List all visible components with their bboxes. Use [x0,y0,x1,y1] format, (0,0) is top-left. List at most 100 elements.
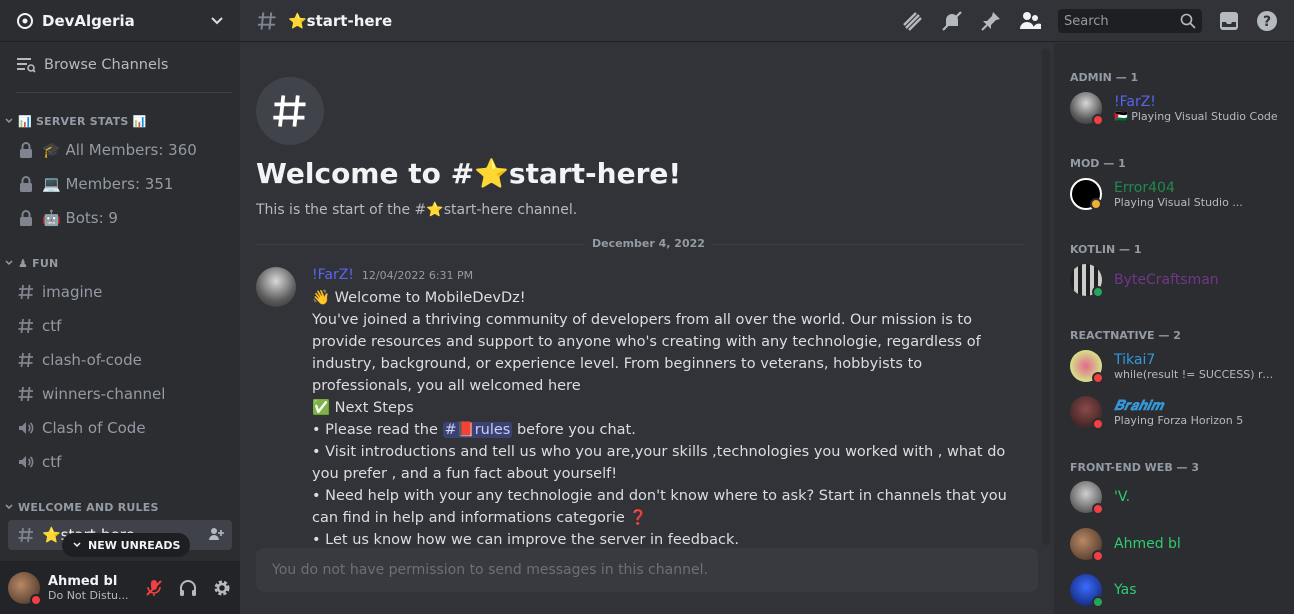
idle-status-icon [1090,198,1102,210]
role-header: ADMIN — 1 [1070,71,1139,84]
search-input[interactable]: Search [1058,9,1202,33]
member-item[interactable]: 𝑩𝒓𝒂𝒉𝒊𝒎 Playing Forza Horizon 5 [1070,391,1286,433]
message-avatar[interactable] [256,267,296,307]
member-activity: Playing Forza Horizon 5 [1114,413,1244,427]
member-item[interactable]: Yas [1070,569,1286,611]
chevron-down-icon [72,540,82,550]
new-unreads-pill[interactable]: NEW UNREADS [62,533,191,557]
message-timestamp: 12/04/2022 6:31 PM [361,269,474,282]
search-placeholder: Search [1064,13,1109,29]
member-item[interactable]: !FarZ! 🇵🇸 Playing Visual Studio Code [1070,87,1286,129]
hashtag-icon [16,384,36,404]
avatar [1070,481,1104,515]
member-list-icon[interactable] [1018,10,1042,32]
member-activity: 🇵🇸 Playing Visual Studio Code [1114,109,1278,123]
message-line: • Visit introductions and tell us who yo… [312,444,1006,482]
date-divider-label: December 4, 2022 [584,237,713,250]
microphone-muted-icon[interactable] [144,578,164,598]
threads-icon[interactable] [900,9,924,33]
hashtag-icon [16,282,36,302]
role-header: FRONT-END WEB — 3 [1070,461,1200,474]
notifications-muted-icon[interactable] [940,9,964,33]
message-line: 👋 Welcome to MobileDevDz! [312,290,526,306]
headphones-icon[interactable] [178,578,198,598]
chat-scrollbar[interactable] [1042,49,1050,545]
member-item[interactable]: Tikai7 while(result != SUCCESS) resu... [1070,345,1286,387]
avatar[interactable] [8,571,42,606]
stats-channel[interactable]: 💻 Members: 351 [8,169,232,199]
category-server-stats[interactable]: 📊 SERVER STATS 📊 [4,112,146,130]
user-info[interactable]: Ahmed bl Do Not Distu... [48,574,136,602]
chat-area: Welcome to #⭐start-here! This is the sta… [240,43,1054,614]
dnd-status-icon [30,593,42,606]
lock-icon [16,208,36,228]
voice-channel[interactable]: Clash of Code [8,413,232,443]
channel-hashtag-icon [256,77,324,145]
chevron-down-icon [4,502,14,512]
message-line: • Please read the #📕rules before you cha… [312,419,1012,441]
message-line: ✅ Next Steps [312,400,414,416]
member-name: Error404 [1114,179,1175,196]
lock-icon [16,140,36,160]
member-activity: Playing Visual Studio ... [1114,195,1243,209]
chevron-down-icon [4,258,14,268]
member-name: ByteCraftsman [1114,272,1219,288]
channel-label: 💻 Members: 351 [42,175,174,193]
channel-header: ⭐start-here Search ? [240,0,1294,42]
message-header: !FarZ! 12/04/2022 6:31 PM [312,267,473,283]
svg-text:?: ? [1263,14,1271,30]
member-item[interactable]: 'V. [1070,476,1286,518]
avatar [1070,396,1104,430]
speaker-icon [16,452,36,472]
online-status-icon [1092,286,1104,298]
username: Ahmed bl [48,573,118,589]
browse-channels-label: Browse Channels [44,57,169,73]
composer-placeholder: You do not have permission to send messa… [272,562,708,578]
member-name: Tikai7 [1114,351,1156,368]
list-icon [16,56,36,74]
member-name: Yas [1114,582,1137,598]
member-item[interactable]: ByteCraftsman [1070,259,1286,301]
channel-label: winners-channel [42,385,166,403]
avatar [1070,574,1104,608]
help-icon[interactable]: ? [1256,10,1278,32]
welcome-title: Welcome to #⭐start-here! [256,157,682,190]
gear-icon[interactable] [212,578,232,598]
stats-channel[interactable]: 🎓 All Members: 360 [8,135,232,165]
dnd-status-icon [1092,503,1104,515]
avatar [1070,528,1104,562]
add-member-icon[interactable] [208,526,224,542]
channel-label: 🎓 All Members: 360 [42,141,197,159]
role-header: KOTLIN — 1 [1070,243,1142,256]
message-composer[interactable]: You do not have permission to send messa… [256,548,1038,592]
browse-channels-button[interactable]: Browse Channels [8,50,232,80]
hashtag-icon [16,316,36,336]
server-header[interactable]: DevAlgeria [0,0,240,42]
lock-icon [16,174,36,194]
channel-mention[interactable]: #📕rules [442,422,513,438]
text-channel[interactable]: winners-channel [8,379,232,409]
new-unreads-label: NEW UNREADS [88,538,181,552]
pin-icon[interactable] [980,10,1002,32]
stats-channel[interactable]: 🤖 Bots: 9 [8,203,232,233]
category-label: WELCOME AND RULES [18,500,159,514]
chevron-down-icon[interactable] [210,14,224,28]
channel-label: ctf [42,453,62,471]
hashtag-icon [16,350,36,370]
inbox-icon[interactable] [1218,10,1240,32]
text-channel[interactable]: ctf [8,311,232,341]
text-channel[interactable]: imagine [8,277,232,307]
member-item[interactable]: Error404 Playing Visual Studio ... [1070,173,1286,215]
text-channel[interactable]: clash-of-code [8,345,232,375]
member-name: !FarZ! [1114,93,1156,110]
avatar [1070,350,1104,384]
member-item[interactable]: Ahmed bl [1070,523,1286,565]
voice-channel[interactable]: ctf [8,447,232,477]
channel-label: clash-of-code [42,351,142,369]
category-fun[interactable]: ♟ FUN [4,254,58,272]
dnd-status-icon [1092,114,1104,126]
message-author[interactable]: !FarZ! [312,267,354,283]
message-line: • Need help with your any technologie an… [312,488,1007,526]
message-content: 👋 Welcome to MobileDevDz! You've joined … [312,287,1012,551]
category-welcome-rules[interactable]: WELCOME AND RULES [4,498,159,516]
